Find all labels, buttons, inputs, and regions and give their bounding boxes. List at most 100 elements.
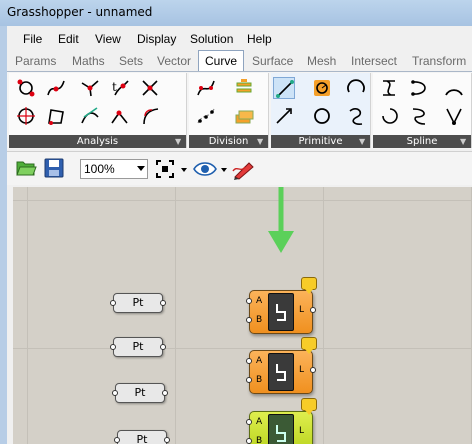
curve-closest-icon[interactable] [79, 77, 101, 99]
curve-derivatives-icon[interactable] [139, 77, 161, 99]
menu-display[interactable]: Display [137, 32, 176, 46]
contour-icon[interactable] [233, 77, 255, 99]
kinky-curve-icon[interactable] [379, 105, 401, 127]
curve-endpoints-icon[interactable] [15, 77, 37, 99]
tab-surface[interactable]: Surface [252, 54, 293, 68]
drag-arrow-icon [268, 187, 294, 253]
pt-output-grip[interactable] [162, 390, 168, 396]
zoom-extents-icon[interactable] [155, 159, 175, 182]
line-icon [268, 293, 294, 331]
sketch-pencil-icon[interactable] [231, 155, 257, 184]
input-grip[interactable] [246, 317, 252, 323]
tab-vector[interactable]: Vector [157, 54, 191, 68]
tab-params[interactable]: Params [15, 54, 56, 68]
window-content: File Edit View Display Solution Help Par… [7, 26, 472, 444]
panel-primitive: Primitive ▼ [271, 73, 371, 148]
bezier-span-icon[interactable] [443, 105, 465, 127]
input-a-label: A [256, 356, 263, 366]
tab-intersect[interactable]: Intersect [351, 54, 397, 68]
chevron-down-icon[interactable] [221, 168, 227, 172]
chevron-down-icon[interactable] [181, 168, 187, 172]
pt-input-grip[interactable] [112, 390, 118, 396]
tab-curve[interactable]: Curve [198, 50, 245, 71]
window-frame: File Edit View Display Solution Help Par… [0, 26, 472, 444]
input-grip[interactable] [246, 358, 252, 364]
input-grip[interactable] [246, 298, 252, 304]
line-component[interactable]: A B L [249, 398, 317, 444]
component-message-badge[interactable] [301, 398, 317, 415]
panel-expand-icon[interactable]: ▼ [359, 137, 367, 146]
line-sdl-icon[interactable] [273, 105, 295, 127]
arc-3pt-icon[interactable] [345, 105, 367, 127]
pt-param[interactable]: Pt [115, 383, 165, 403]
menu-help[interactable]: Help [247, 32, 272, 46]
pt-output-grip[interactable] [160, 344, 166, 350]
curve-area-icon[interactable] [45, 105, 67, 127]
menu-edit[interactable]: Edit [58, 32, 79, 46]
line-component[interactable]: A B L [249, 337, 317, 394]
pt-output-grip[interactable] [160, 300, 166, 306]
panel-division: Division ▼ [189, 73, 269, 148]
curve-discontinuity-icon[interactable] [109, 105, 131, 127]
canvas-toolbar: 100% [7, 151, 472, 185]
save-file-icon[interactable] [43, 157, 65, 182]
panel-expand-icon[interactable]: ▼ [257, 137, 265, 146]
component-message-badge[interactable] [301, 337, 317, 354]
panel-spline: Spline ▼ [373, 73, 472, 148]
menu-solution[interactable]: Solution [190, 32, 233, 46]
zoom-value: 100% [84, 162, 115, 176]
circle-cnr-icon[interactable] [311, 77, 333, 99]
pt-input-grip[interactable] [110, 344, 116, 350]
component-message-badge[interactable] [301, 277, 317, 294]
panel-expand-icon[interactable]: ▼ [175, 137, 183, 146]
circle-icon[interactable] [311, 105, 333, 127]
divide-curve-icon[interactable] [195, 77, 217, 99]
window-title: Grasshopper - unnamed [7, 5, 153, 19]
curve-evaluate-icon[interactable] [45, 77, 67, 99]
output-l-label: L [298, 426, 304, 436]
pt-input-grip[interactable] [110, 300, 116, 306]
line-component[interactable]: A B L [249, 277, 317, 334]
nurbs-curve-icon[interactable] [409, 77, 431, 99]
tab-sets[interactable]: Sets [119, 54, 143, 68]
interpolate-icon[interactable] [379, 77, 401, 99]
panel-expand-icon[interactable]: ▼ [460, 137, 468, 146]
graph-canvas[interactable]: Pt Pt Pt Pt A B L A B L A B L [13, 187, 472, 444]
output-grip[interactable] [310, 307, 316, 313]
line-icon[interactable] [273, 77, 295, 99]
input-b-label: B [256, 315, 263, 325]
open-file-icon[interactable] [15, 157, 37, 182]
output-l-label: L [298, 365, 304, 375]
contour-ex-icon[interactable] [233, 105, 255, 127]
input-grip[interactable] [246, 438, 252, 444]
curve-frame-icon[interactable]: t [109, 77, 131, 99]
input-a-label: A [256, 296, 263, 306]
pt-param[interactable]: Pt [113, 337, 163, 357]
pt-output-grip[interactable] [164, 437, 170, 443]
zoom-select[interactable]: 100% [80, 159, 148, 179]
curve-curvature-icon[interactable] [139, 105, 161, 127]
tab-maths[interactable]: Maths [72, 54, 105, 68]
preview-eye-icon[interactable] [193, 159, 217, 182]
polyarc-icon[interactable] [443, 77, 465, 99]
menu-file[interactable]: File [23, 32, 42, 46]
ribbon: t Analysis ▼ Division ▼ Primitive ▼ Spli… [7, 71, 472, 149]
tab-mesh[interactable]: Mesh [307, 54, 336, 68]
panel-label-primitive: Primitive [271, 135, 370, 148]
panel-label-spline: Spline [373, 135, 471, 148]
panel-label-analysis: Analysis [9, 135, 186, 148]
pt-param[interactable]: Pt [113, 293, 163, 313]
input-grip[interactable] [246, 377, 252, 383]
pt-input-grip[interactable] [114, 437, 120, 443]
arc-icon[interactable] [345, 77, 367, 99]
pt-param[interactable]: Pt [117, 430, 167, 444]
divide-length-icon[interactable] [195, 105, 217, 127]
input-b-label: B [256, 436, 263, 444]
curve-center-icon[interactable] [15, 105, 37, 127]
curve-tangent-icon[interactable] [79, 105, 101, 127]
menu-view[interactable]: View [95, 32, 121, 46]
output-grip[interactable] [310, 367, 316, 373]
tab-transform[interactable]: Transform [412, 54, 466, 68]
tween-curve-icon[interactable] [409, 105, 431, 127]
input-grip[interactable] [246, 419, 252, 425]
